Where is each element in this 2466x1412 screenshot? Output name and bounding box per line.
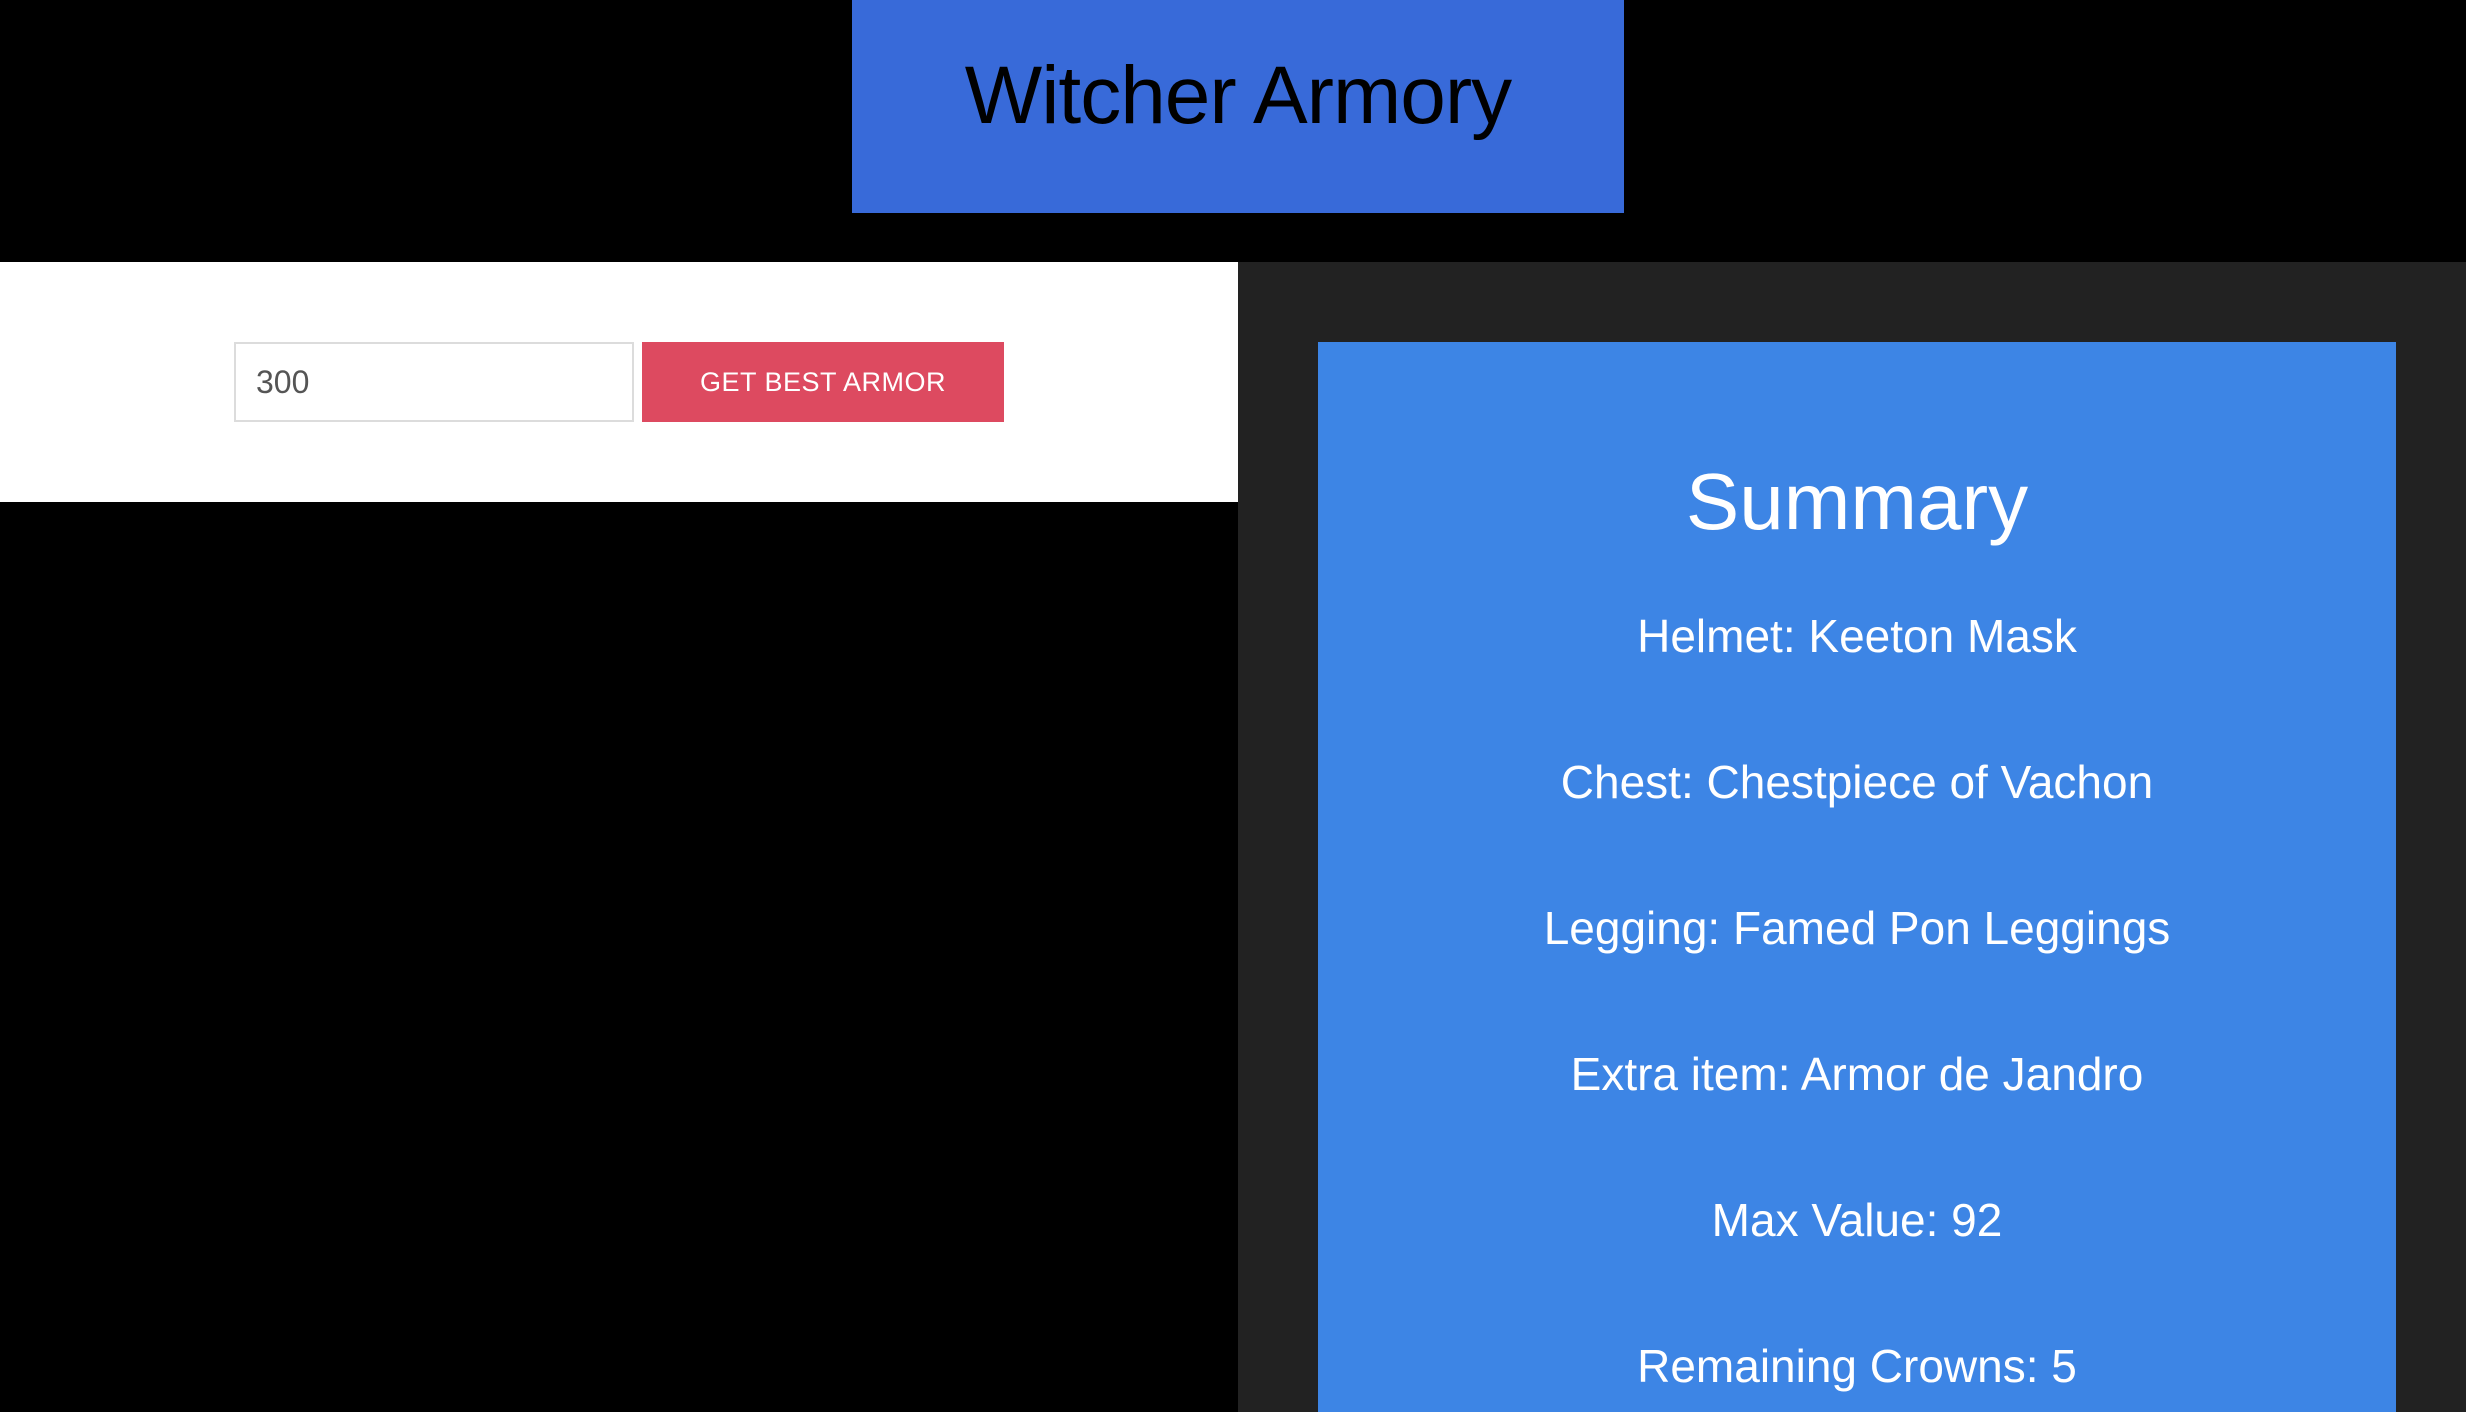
- summary-legging: Legging: Famed Pon Leggings: [1543, 902, 2171, 954]
- summary-remaining-crowns: Remaining Crowns: 5: [1637, 1340, 2077, 1392]
- summary-extra-item: Extra item: Armor de Jandro: [1570, 1048, 2144, 1100]
- title-banner: Witcher Armory: [852, 0, 1624, 213]
- budget-input[interactable]: [234, 342, 634, 422]
- get-best-armor-button[interactable]: GET BEST ARMOR: [642, 342, 1004, 422]
- summary-title: Summary: [1685, 457, 2029, 546]
- summary-max-value: Max Value: 92: [1711, 1194, 2003, 1246]
- page-title: Witcher Armory: [964, 49, 1512, 141]
- left-empty-area: [0, 502, 1238, 1412]
- summary-helmet: Helmet: Keeton Mask: [1637, 610, 2077, 662]
- summary-panel: Summary Helmet: Keeton Mask Chest: Chest…: [1238, 262, 2466, 1412]
- page: Witcher Armory GET BEST ARMOR Summary He…: [0, 0, 2466, 1412]
- budget-form-panel: GET BEST ARMOR: [0, 262, 1238, 502]
- summary-card: Summary Helmet: Keeton Mask Chest: Chest…: [1318, 342, 2396, 1412]
- summary-chest: Chest: Chestpiece of Vachon: [1560, 756, 2154, 808]
- header-bar: Witcher Armory: [0, 0, 2466, 262]
